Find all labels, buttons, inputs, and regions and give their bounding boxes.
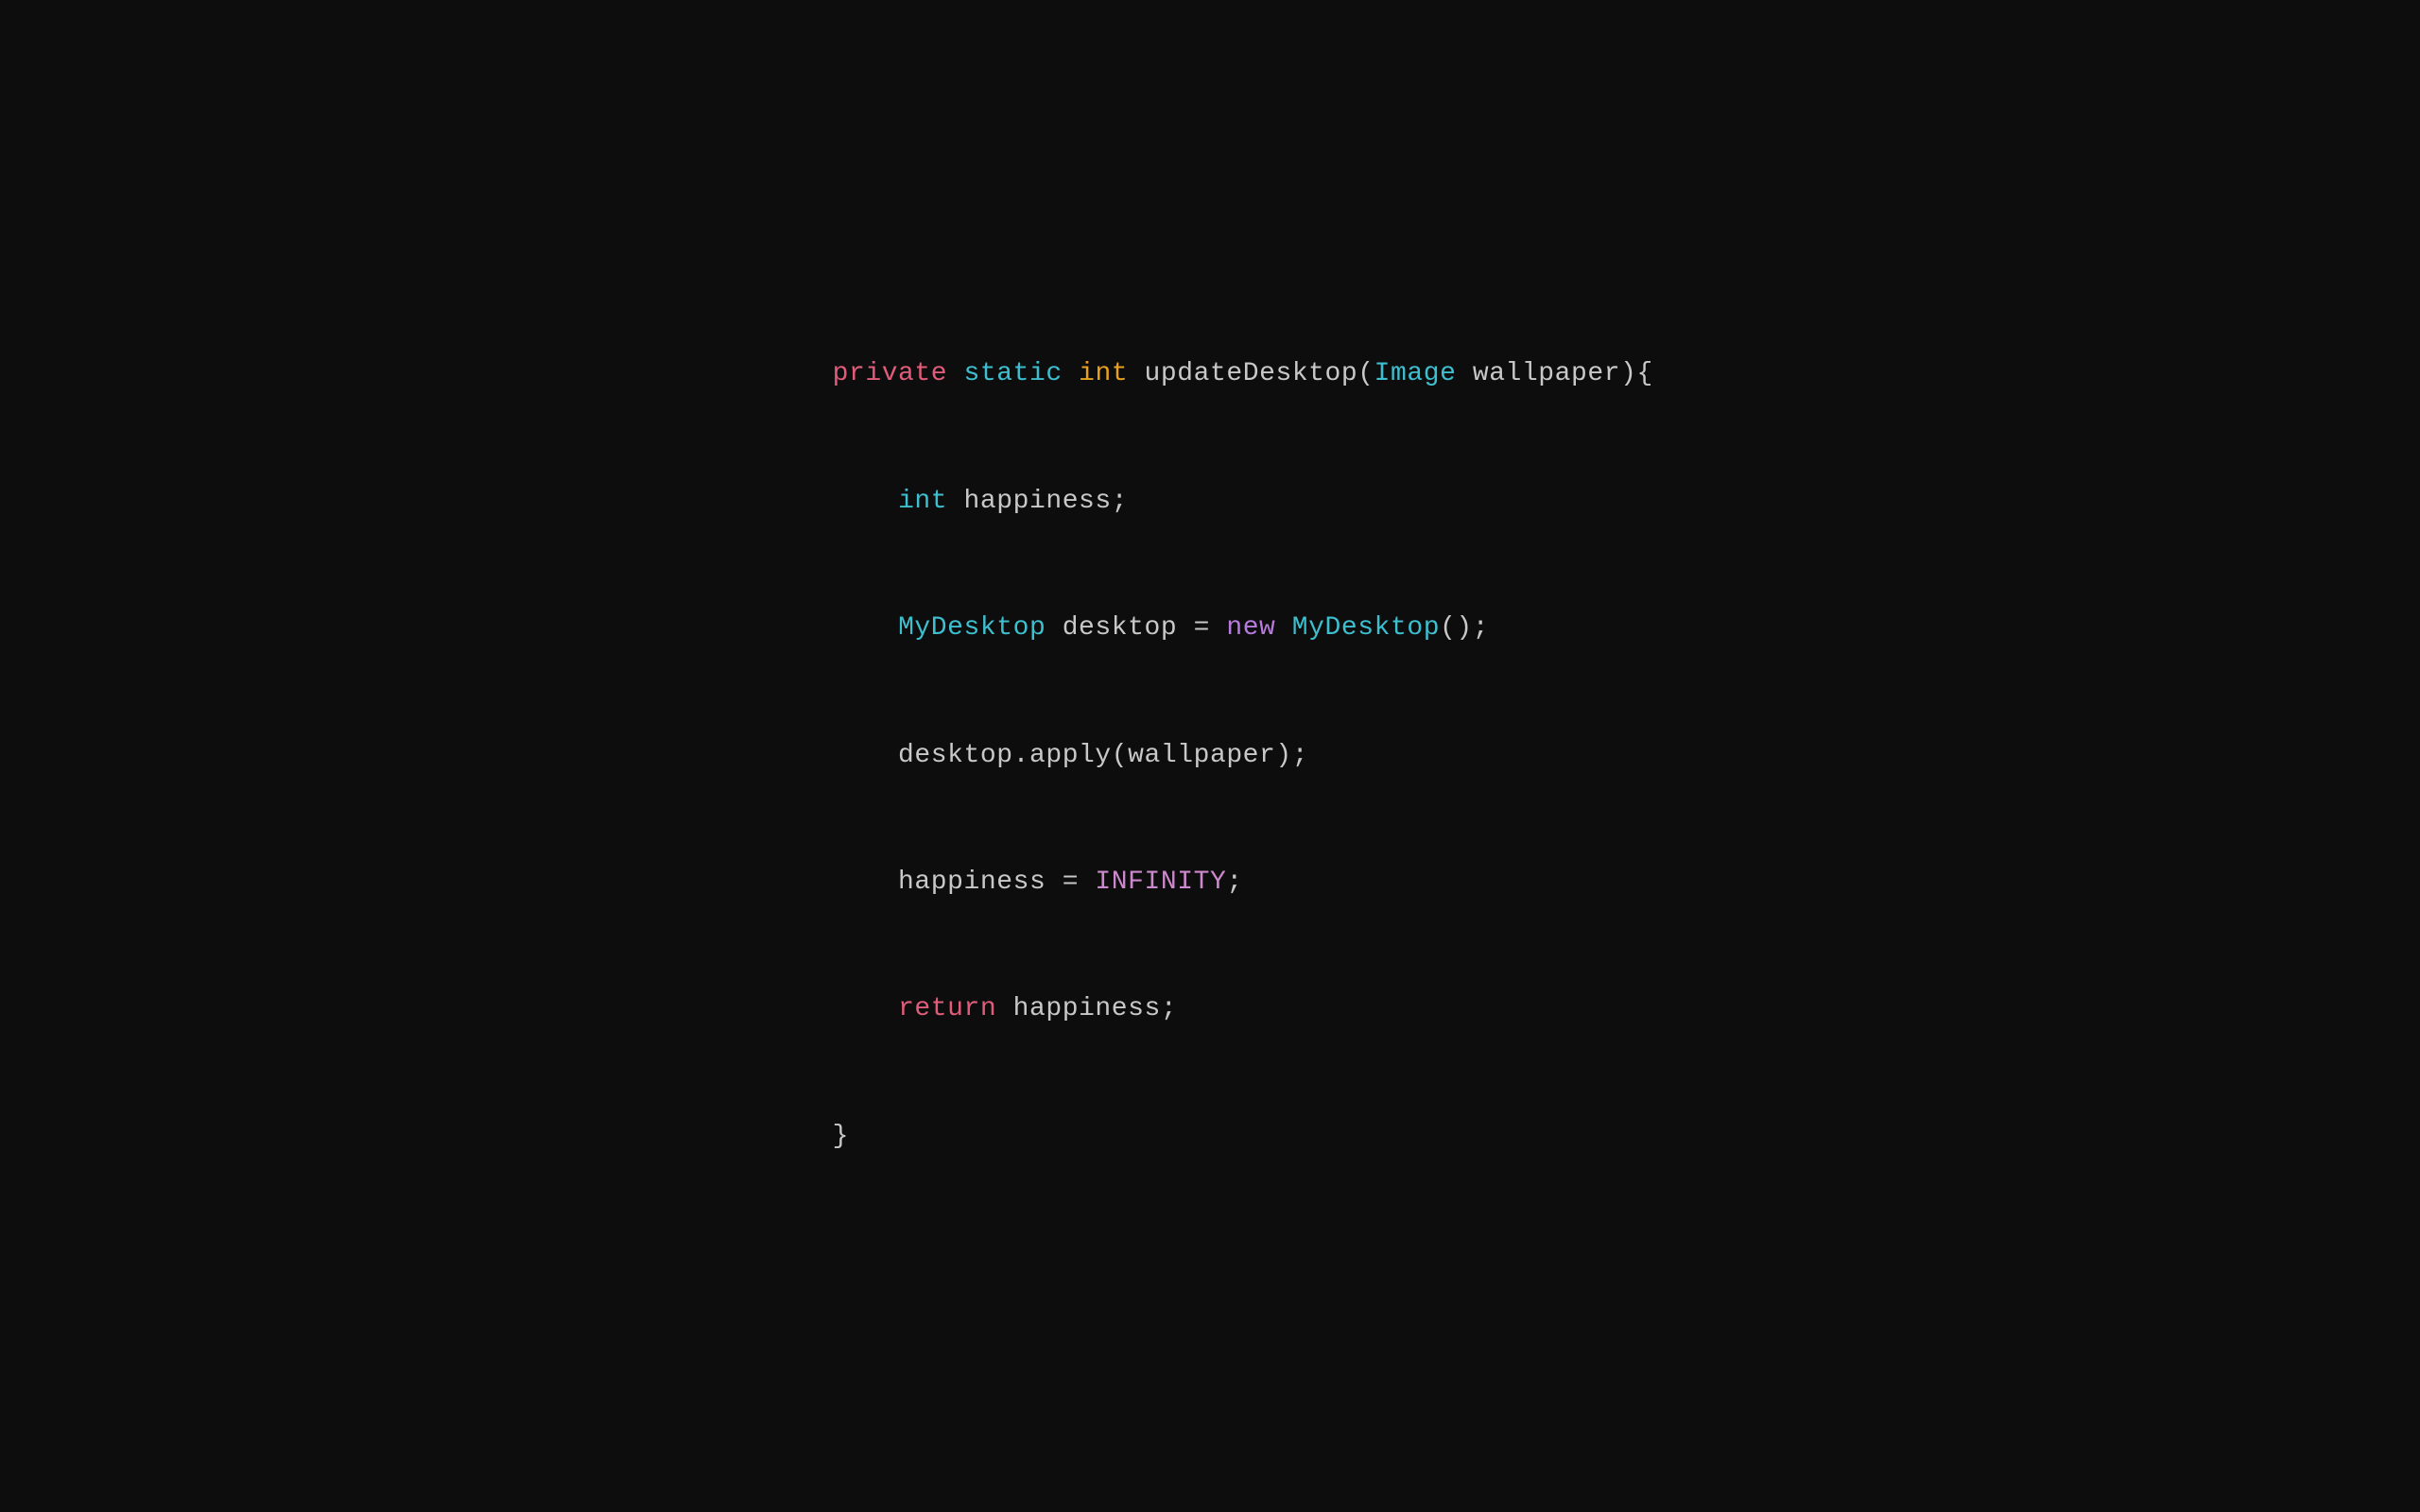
keyword-private: private [833,359,948,388]
type-int: int [898,487,947,516]
closing-brace: } [833,1122,849,1151]
code-display: private static int updateDesktop(Image w… [767,312,1653,1201]
code-line-4: desktop.apply(wallpaper); [767,693,1653,819]
class-mydesktop-1: MyDesktop [898,613,1046,643]
code-line-3: MyDesktop desktop = new MyDesktop(); [767,565,1653,692]
class-image: Image [1374,359,1457,388]
code-line-5: happiness = INFINITY; [767,819,1653,946]
keyword-static: static [964,359,1063,388]
code-line-2: int happiness; [767,438,1653,565]
keyword-new: new [1226,613,1275,643]
code-line-1: private static int updateDesktop(Image w… [767,312,1653,438]
code-line-7: } [767,1074,1653,1200]
keyword-int: int [1079,359,1128,388]
keyword-return: return [898,994,996,1023]
class-mydesktop-2: MyDesktop [1292,613,1440,643]
constant-infinity: INFINITY [1095,868,1226,897]
code-line-6: return happiness; [767,947,1653,1074]
